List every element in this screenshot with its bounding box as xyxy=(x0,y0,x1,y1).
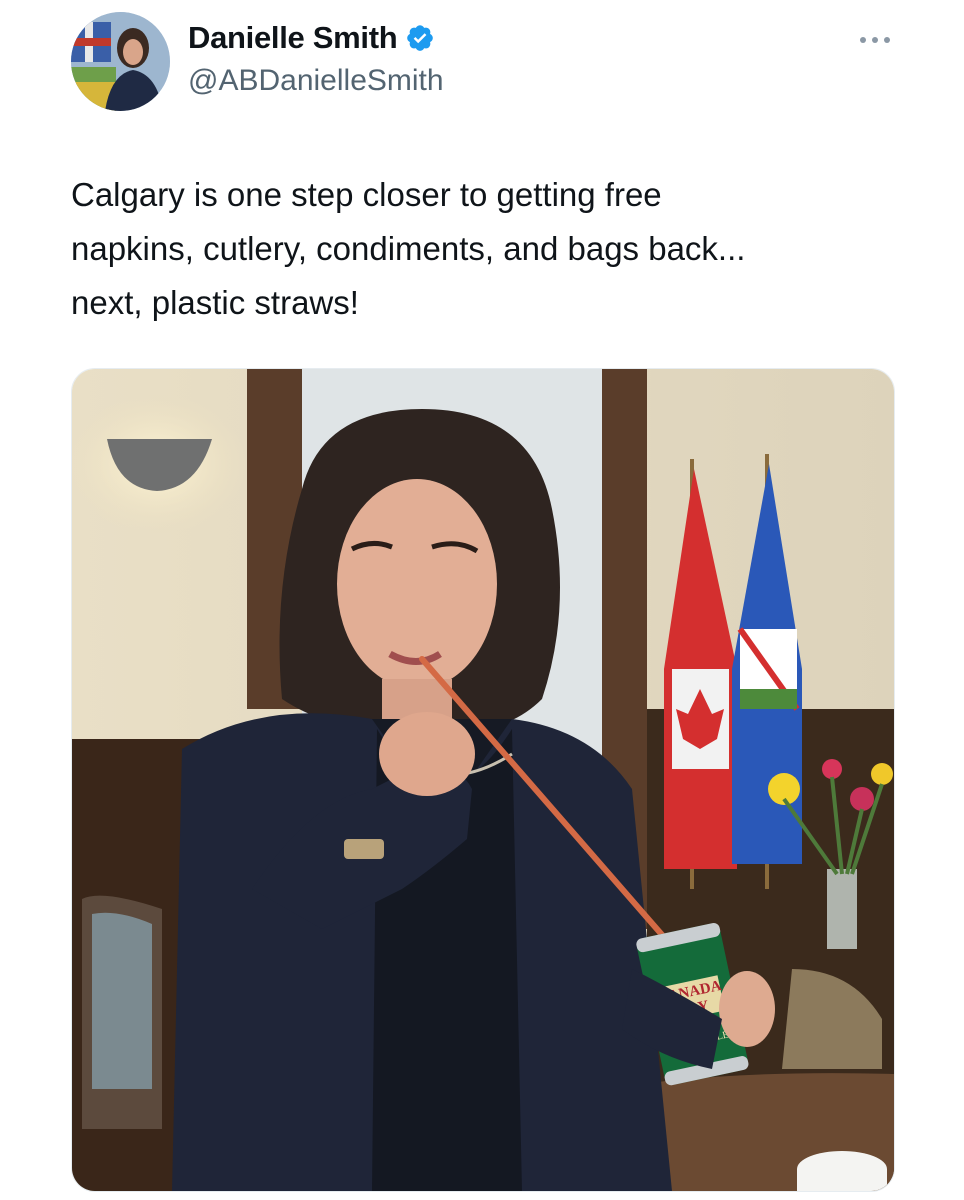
person-other-hand xyxy=(719,971,775,1047)
tweet-text: Calgary is one step closer to getting fr… xyxy=(71,176,746,321)
verified-badge-icon xyxy=(407,25,434,51)
person-face xyxy=(337,479,497,689)
tweet-photo[interactable]: CANADA DRY GINGER ALE xyxy=(71,368,895,1192)
more-options-icon[interactable] xyxy=(858,26,892,54)
author-display-name[interactable]: Danielle Smith xyxy=(188,20,398,56)
person-hand xyxy=(379,712,475,796)
wristwatch xyxy=(344,839,384,859)
author-name-row: Danielle Smith xyxy=(188,20,435,56)
author-handle[interactable]: @ABDanielleSmith xyxy=(188,64,444,98)
vase xyxy=(827,869,857,949)
author-avatar[interactable] xyxy=(71,12,170,111)
